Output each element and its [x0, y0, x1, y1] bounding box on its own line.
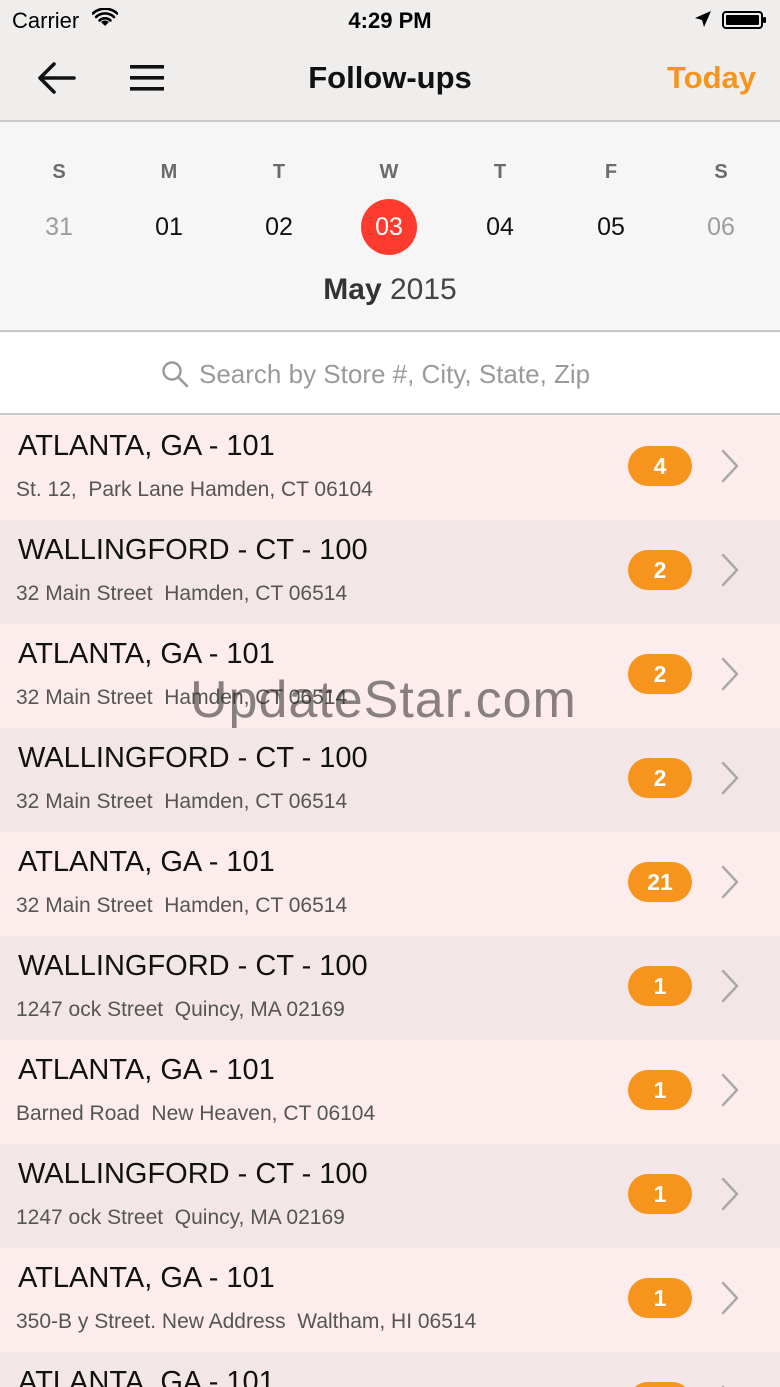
- chevron-right-icon: [721, 865, 739, 899]
- followup-count-badge: [628, 1382, 692, 1387]
- followup-count-badge: 1: [628, 1070, 692, 1110]
- chevron-right-icon: [721, 1281, 739, 1315]
- store-name: ATLANTA, GA - 101: [18, 1366, 275, 1387]
- store-row[interactable]: WALLINGFORD - CT - 100 32 Main Street Ham…: [0, 728, 780, 832]
- day-2[interactable]: T 02: [224, 123, 334, 273]
- chevron-right-icon: [721, 1073, 739, 1107]
- today-button[interactable]: Today: [667, 60, 756, 96]
- selected-day-number: 03: [361, 199, 417, 255]
- day-number: 04: [486, 213, 514, 241]
- store-name: WALLINGFORD - CT - 100: [18, 950, 368, 982]
- day-of-week-label: F: [604, 161, 618, 183]
- store-name: ATLANTA, GA - 101: [18, 638, 275, 670]
- followup-count-badge: 1: [628, 1278, 692, 1318]
- chevron-right-icon: [721, 761, 739, 795]
- day-number: 06: [707, 213, 735, 241]
- nav-bar: Follow-ups Today: [0, 40, 780, 122]
- day-3[interactable]: W 03: [334, 123, 444, 273]
- day-of-week-label: W: [379, 161, 399, 183]
- store-row[interactable]: WALLINGFORD - CT - 100 32 Main Street Ham…: [0, 520, 780, 624]
- day-number: 31: [45, 213, 73, 241]
- search-bar: [0, 333, 780, 415]
- chevron-right-icon: [721, 657, 739, 691]
- chevron-right-icon: [721, 449, 739, 483]
- store-address: Barned Road New Heaven, CT 06104: [16, 1102, 376, 1125]
- day-0[interactable]: S 31: [4, 123, 114, 273]
- followup-count-badge: 2: [628, 654, 692, 694]
- store-row[interactable]: ATLANTA, GA - 101 32 Main Street Hamden, …: [0, 832, 780, 936]
- chevron-right-icon: [721, 969, 739, 1003]
- store-address: 1247 ock Street Quincy, MA 02169: [16, 998, 345, 1021]
- store-name: ATLANTA, GA - 101: [18, 430, 275, 462]
- week-calendar: S 31 M 01 T 02 W 03 T 04 F 05 S 06 May 2015: [0, 123, 780, 332]
- store-address: 32 Main Street Hamden, CT 06514: [16, 894, 348, 917]
- followup-count-badge: 2: [628, 758, 692, 798]
- day-of-week-label: M: [160, 161, 178, 183]
- day-of-week-label: S: [714, 161, 728, 183]
- battery-icon: [722, 11, 766, 29]
- store-address: 32 Main Street Hamden, CT 06514: [16, 790, 348, 813]
- day-5[interactable]: F 05: [556, 123, 666, 273]
- year: 2015: [389, 273, 457, 306]
- day-number: 05: [597, 213, 625, 241]
- day-4[interactable]: T 04: [445, 123, 555, 273]
- store-row[interactable]: ATLANTA, GA - 101 32 Main Street Hamden, …: [0, 624, 780, 728]
- followup-count-badge: 1: [628, 966, 692, 1006]
- day-6[interactable]: S 06: [666, 123, 776, 273]
- store-name: ATLANTA, GA - 101: [18, 1054, 275, 1086]
- store-address: 1247 ock Street Quincy, MA 02169: [16, 1206, 345, 1229]
- chevron-right-icon: [721, 553, 739, 587]
- store-name: WALLINGFORD - CT - 100: [18, 534, 368, 566]
- store-name: ATLANTA, GA - 101: [18, 1262, 275, 1294]
- search-field-wrap: [0, 357, 780, 391]
- month-name: May: [323, 273, 382, 306]
- day-number: 01: [155, 213, 183, 241]
- day-number: 02: [265, 213, 293, 241]
- store-row[interactable]: ATLANTA, GA - 101: [0, 1352, 780, 1387]
- search-icon: [162, 361, 189, 388]
- store-row[interactable]: WALLINGFORD - CT - 100 1247 ock Street Qu…: [0, 1144, 780, 1248]
- store-row[interactable]: WALLINGFORD - CT - 100 1247 ock Street Qu…: [0, 936, 780, 1040]
- day-of-week-label: S: [52, 161, 66, 183]
- status-bar: Carrier 4:29 PM: [0, 0, 780, 40]
- day-of-week-label: T: [272, 161, 286, 183]
- chevron-right-icon: [721, 1177, 739, 1211]
- followup-count-badge: 4: [628, 446, 692, 486]
- day-1[interactable]: M 01: [114, 123, 224, 273]
- month-year-label: May 2015: [0, 273, 780, 307]
- store-address: St. 12, Park Lane Hamden, CT 06104: [16, 478, 373, 501]
- search-input[interactable]: [199, 357, 619, 391]
- store-name: WALLINGFORD - CT - 100: [18, 1158, 368, 1190]
- store-address: 32 Main Street Hamden, CT 06514: [16, 686, 348, 709]
- followup-count-badge: 1: [628, 1174, 692, 1214]
- store-address: 350-B y Street. New Address Waltham, HI …: [16, 1310, 477, 1333]
- store-row[interactable]: ATLANTA, GA - 101 St. 12, Park Lane Hamde…: [0, 416, 780, 520]
- followup-count-badge: 21: [628, 862, 692, 902]
- screen: Carrier 4:29 PM Follow-ups Today S 31 M …: [0, 0, 780, 1387]
- store-row[interactable]: ATLANTA, GA - 101 350-B y Street. New Add…: [0, 1248, 780, 1352]
- store-name: WALLINGFORD - CT - 100: [18, 742, 368, 774]
- page-title: Follow-ups: [308, 60, 472, 95]
- store-list: ATLANTA, GA - 101 St. 12, Park Lane Hamde…: [0, 416, 780, 1387]
- location-arrow-icon: [695, 11, 711, 27]
- clock-time: 4:29 PM: [348, 8, 432, 33]
- store-address: 32 Main Street Hamden, CT 06514: [16, 582, 348, 605]
- store-row[interactable]: ATLANTA, GA - 101 Barned Road New Heaven,…: [0, 1040, 780, 1144]
- followup-count-badge: 2: [628, 550, 692, 590]
- store-name: ATLANTA, GA - 101: [18, 846, 275, 878]
- day-of-week-label: T: [493, 161, 507, 183]
